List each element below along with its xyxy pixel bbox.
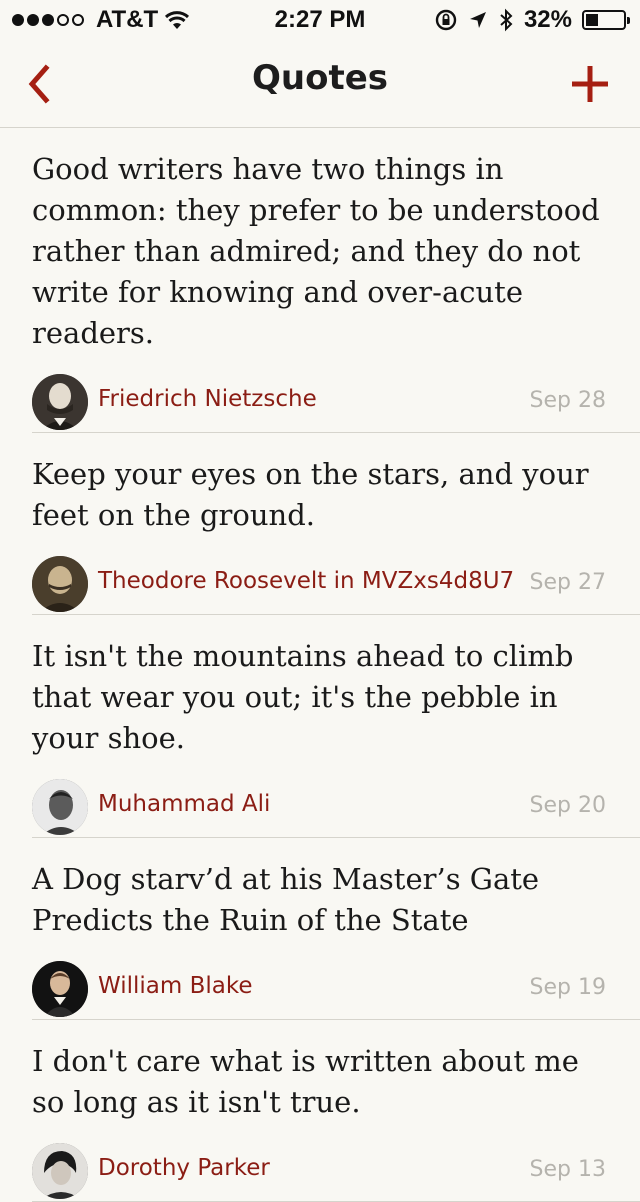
author-avatar [32, 374, 88, 430]
battery-fill [586, 14, 598, 26]
quote-item[interactable]: Good writers have two things in common: … [32, 128, 640, 433]
author-avatar [32, 1143, 88, 1199]
quote-date: Sep 20 [529, 793, 606, 818]
battery-percent: 32% [523, 6, 572, 33]
quote-text: It isn't the mountains ahead to climb th… [32, 639, 574, 755]
quote-item[interactable]: Keep your eyes on the stars, and your fe… [32, 433, 640, 615]
author-link[interactable]: Friedrich Nietzsche [98, 386, 317, 412]
author-link[interactable]: Theodore Roosevelt in MVZxs4d8U7 [98, 568, 514, 594]
quote-text: A Dog starv’d at his Master’s Gate Predi… [32, 862, 540, 937]
author-avatar [32, 779, 88, 835]
quote-text: Keep your eyes on the stars, and your fe… [32, 457, 589, 532]
author-link[interactable]: Muhammad Ali [98, 791, 270, 817]
status-right: 32% [434, 6, 630, 34]
quote-date: Sep 19 [529, 975, 606, 1000]
author-link[interactable]: Dorothy Parker [98, 1155, 270, 1181]
quote-date: Sep 13 [529, 1157, 606, 1182]
navigation-bar: Quotes [0, 40, 640, 128]
battery-icon [582, 10, 630, 30]
quote-meta: Dorothy Parker Sep 13 [32, 1143, 640, 1201]
quote-item[interactable]: A Dog starv’d at his Master’s Gate Predi… [32, 838, 640, 1020]
quote-item[interactable]: It isn't the mountains ahead to climb th… [32, 615, 640, 838]
quote-date: Sep 28 [529, 388, 606, 413]
location-arrow-icon [469, 12, 486, 28]
bluetooth-icon [500, 8, 513, 32]
orientation-lock-icon [435, 9, 457, 31]
quote-list: Good writers have two things in common: … [0, 128, 640, 1202]
quote-meta: Friedrich Nietzsche Sep 28 [32, 374, 640, 432]
quote-date: Sep 27 [529, 570, 606, 595]
add-quote-button[interactable] [566, 60, 614, 108]
quote-meta: William Blake Sep 19 [32, 961, 640, 1019]
author-link[interactable]: William Blake [98, 973, 253, 999]
quote-meta: Theodore Roosevelt in MVZxs4d8U7 Sep 27 [32, 556, 640, 614]
page-title: Quotes [251, 58, 389, 98]
status-bar: AT&T 2:27 PM 32% [0, 0, 640, 40]
quote-item[interactable]: I don't care what is written about me so… [32, 1020, 640, 1202]
author-avatar [32, 556, 88, 612]
author-avatar [32, 961, 88, 1017]
quote-text: Good writers have two things in common: … [32, 152, 600, 350]
quote-meta: Muhammad Ali Sep 20 [32, 779, 640, 837]
quote-text: I don't care what is written about me so… [32, 1044, 579, 1119]
